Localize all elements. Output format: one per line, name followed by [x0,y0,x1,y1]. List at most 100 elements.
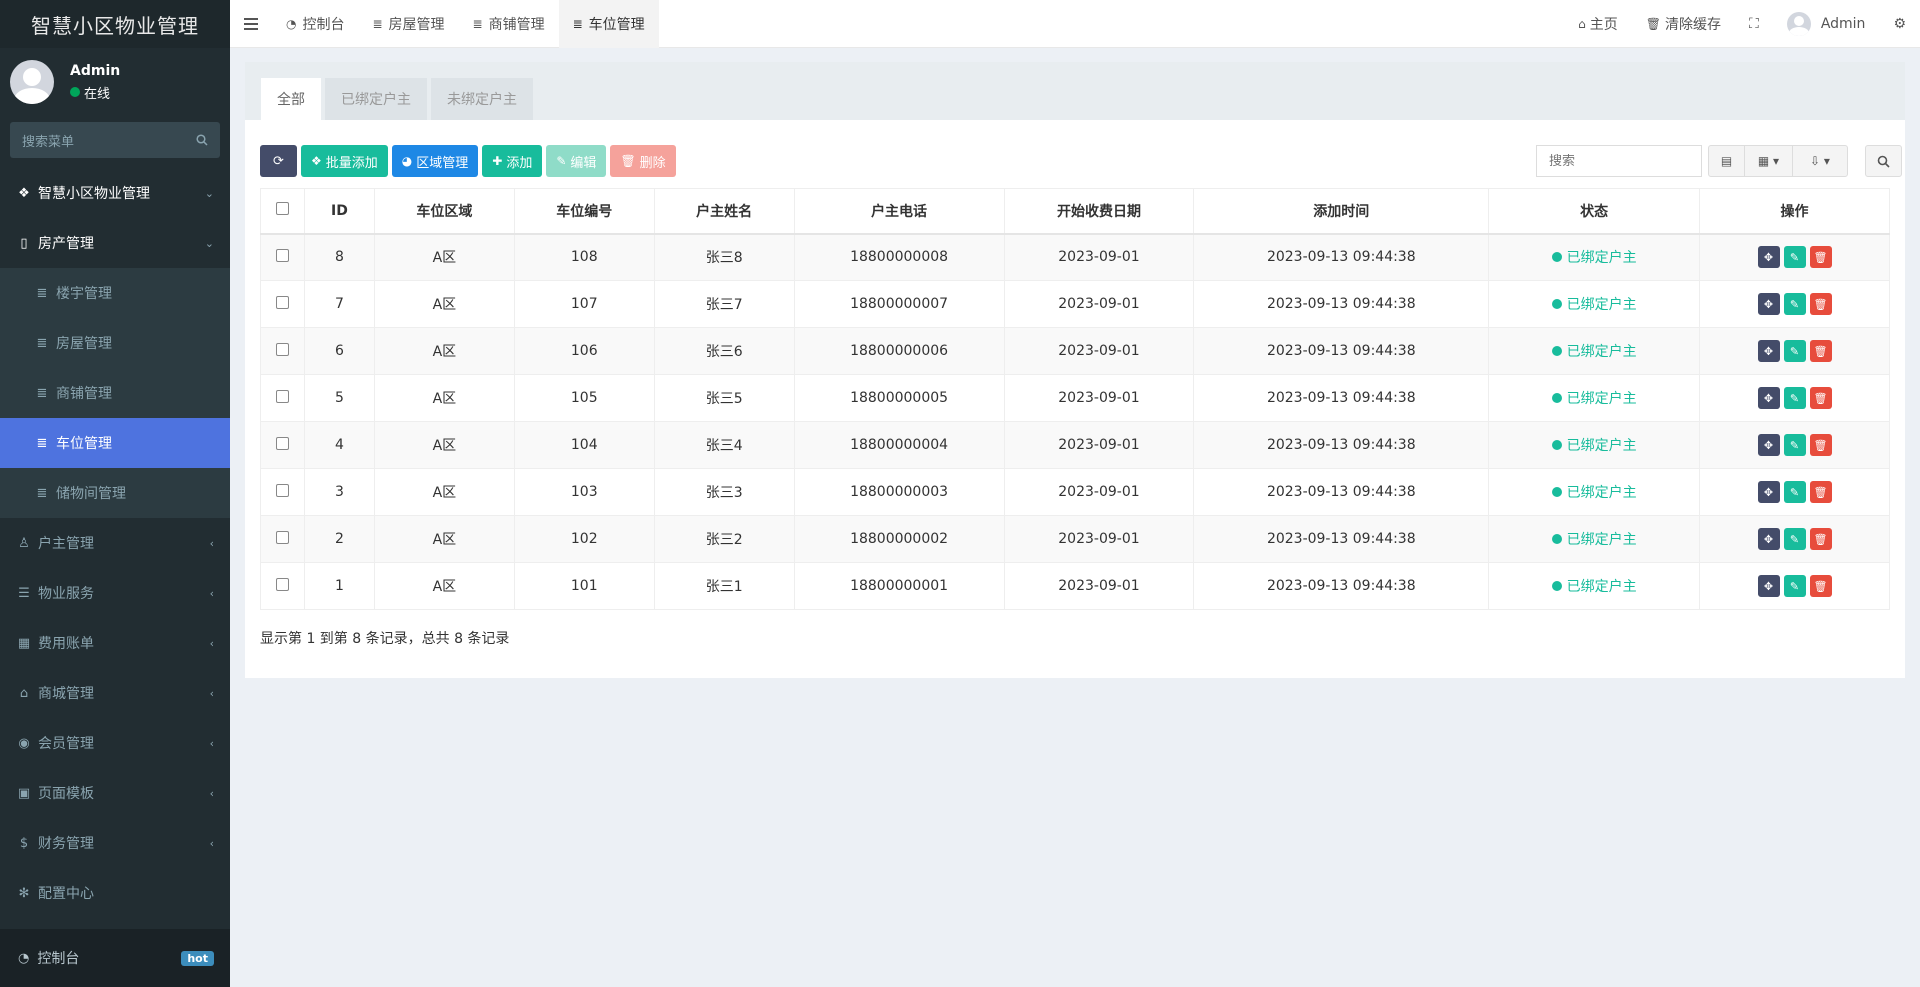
column-header[interactable]: 车位区域 [373,188,515,235]
drag-move-icon[interactable]: ✥ [1757,575,1780,597]
header-tab-2[interactable]: ≣ 商铺管理 [459,0,559,48]
fullscreen-icon[interactable]: ⛶ [1735,16,1773,32]
sidebar-item-3[interactable]: ≣ 房屋管理 [0,318,230,368]
table-row[interactable]: 6 A区 106 张三6 18800000006 2023-09-01 2023-09-13… [260,327,1890,375]
edit-pencil-icon[interactable]: ✎ [1783,387,1806,409]
table-row[interactable]: 7 A区 107 张三7 18800000007 2023-09-01 2023-09-13… [260,280,1890,328]
sidebar-item-0[interactable]: ❖ 智慧小区物业管理 ⌄ [0,168,230,218]
column-header[interactable]: ID [303,188,375,235]
export-icon[interactable]: ⇩ ▾ [1793,146,1847,176]
sidebar-item-2[interactable]: ≣ 楼宇管理 [0,268,230,318]
column-header[interactable]: 添加时间 [1193,188,1490,235]
status-badge[interactable]: 已绑定户主 [1551,576,1637,596]
sidebar-item-13[interactable]: $ 财务管理 ‹ [0,818,230,868]
status-badge[interactable]: 已绑定户主 [1551,435,1637,455]
sidebar-item-4[interactable]: ≣ 商铺管理 [0,368,230,418]
drag-move-icon[interactable]: ✥ [1757,481,1780,503]
delete-trash-icon[interactable]: 🗑 [1809,246,1832,269]
row-checkbox[interactable] [275,436,289,450]
home-link[interactable]: ⌂ 主页 [1564,14,1632,34]
table-row[interactable]: 5 A区 105 张三5 18800000005 2023-09-01 2023-09-13… [260,374,1890,422]
delete-trash-icon[interactable]: 🗑 [1809,481,1832,503]
row-checkbox[interactable] [275,577,289,591]
table-row[interactable]: 3 A区 103 张三3 18800000003 2023-09-01 2023-09-13… [260,468,1890,516]
sidebar-search-input[interactable]: 搜索菜单 [10,122,220,158]
tab-bound[interactable]: 已绑定户主 [325,78,427,120]
sidebar-item-1[interactable]: ▯ 房产管理 ⌄ [0,218,230,268]
column-header[interactable]: 户主电话 [793,188,1005,235]
add-button[interactable]: ✚ 添加 [482,145,543,177]
sidebar-item-7[interactable]: ♙ 户主管理 ‹ [0,518,230,568]
row-checkbox[interactable] [275,483,289,497]
status-badge[interactable]: 已绑定户主 [1551,247,1637,267]
delete-trash-icon[interactable]: 🗑 [1809,434,1832,456]
sidebar-item-8[interactable]: ☰ 物业服务 ‹ [0,568,230,618]
app-logo[interactable]: 智慧小区物业管理 [0,0,230,48]
user-menu[interactable]: Admin [1773,12,1880,36]
column-header[interactable]: 车位编号 [513,188,655,235]
header-tab-1[interactable]: ≣ 房屋管理 [358,0,458,48]
delete-trash-icon[interactable]: 🗑 [1809,340,1832,362]
edit-pencil-icon[interactable]: ✎ [1783,293,1806,315]
delete-trash-icon[interactable]: 🗑 [1809,387,1832,409]
row-checkbox[interactable] [275,530,289,544]
batch-add-button[interactable]: ❖ 批量添加 [301,145,388,177]
edit-pencil-icon[interactable]: ✎ [1783,340,1806,362]
edit-pencil-icon[interactable]: ✎ [1783,434,1806,456]
status-badge[interactable]: 已绑定户主 [1551,388,1637,408]
column-header[interactable]: 状态 [1488,188,1701,235]
edit-pencil-icon[interactable]: ✎ [1783,481,1806,503]
tab-all[interactable]: 全部 [261,78,321,120]
advanced-search-button[interactable] [1865,145,1902,177]
sidebar-item-11[interactable]: ◉ 会员管理 ‹ [0,718,230,768]
column-header[interactable]: 开始收费日期 [1003,188,1195,235]
header-tab-3[interactable]: ≣ 车位管理 [558,0,659,48]
row-checkbox[interactable] [275,248,289,262]
status-badge[interactable]: 已绑定户主 [1551,341,1637,361]
column-header[interactable]: 户主姓名 [653,188,795,235]
status-badge[interactable]: 已绑定户主 [1551,529,1637,549]
drag-move-icon[interactable]: ✥ [1757,293,1780,315]
sidebar-item-9[interactable]: ▦ 费用账单 ‹ [0,618,230,668]
clear-cache-button[interactable]: 🗑 清除缓存 [1632,14,1735,34]
drag-move-icon[interactable]: ✥ [1757,528,1780,550]
sidebar-item-14[interactable]: ✻ 配置中心 [0,868,230,918]
select-all-checkbox[interactable] [275,202,289,216]
sidebar-item-12[interactable]: ▣ 页面模板 ‹ [0,768,230,818]
table-row[interactable]: 4 A区 104 张三4 18800000004 2023-09-01 2023-09-13… [260,421,1890,469]
edit-pencil-icon[interactable]: ✎ [1783,528,1806,550]
columns-grid-icon[interactable]: ▦ ▾ [1745,146,1793,176]
sidebar-item-5[interactable]: ≣ 车位管理 [0,418,230,468]
drag-move-icon[interactable]: ✥ [1757,340,1780,362]
delete-trash-icon[interactable]: 🗑 [1809,293,1832,315]
table-row[interactable]: 1 A区 101 张三1 18800000001 2023-09-01 2023-09-13… [260,562,1890,610]
table-row[interactable]: 2 A区 102 张三2 18800000002 2023-09-01 2023-09-13… [260,515,1890,563]
delete-trash-icon[interactable]: 🗑 [1809,528,1832,550]
drag-move-icon[interactable]: ✥ [1757,434,1780,456]
toggle-view-icon[interactable]: ▤ [1709,146,1745,176]
refresh-button[interactable]: ⟳ [260,145,297,177]
table-row[interactable]: 8 A区 108 张三8 18800000008 2023-09-01 2023-09-13… [260,233,1890,281]
edit-pencil-icon[interactable]: ✎ [1783,575,1806,597]
sidebar-item-6[interactable]: ≣ 储物间管理 [0,468,230,518]
header-tab-0[interactable]: ◔ 控制台 [272,0,358,48]
tab-unbound[interactable]: 未绑定户主 [431,78,533,120]
status-badge[interactable]: 已绑定户主 [1551,294,1637,314]
column-header[interactable]: 操作 [1699,188,1890,235]
row-checkbox[interactable] [275,295,289,309]
row-checkbox[interactable] [275,342,289,356]
sidebar-item-dashboard[interactable]: ◔ 控制台 hot [0,929,230,987]
drag-move-icon[interactable]: ✥ [1757,246,1780,269]
area-manage-button[interactable]: ◕ 区域管理 [391,145,479,177]
table-search-input[interactable] [1549,153,1689,169]
drag-move-icon[interactable]: ✥ [1757,387,1780,409]
sidebar-item-10[interactable]: ⌂ 商城管理 ‹ [0,668,230,718]
delete-button[interactable]: 🗑 删除 [610,145,676,177]
search-icon[interactable] [196,134,208,146]
status-badge[interactable]: 已绑定户主 [1551,482,1637,502]
menu-toggle-icon[interactable] [230,0,272,48]
edit-pencil-icon[interactable]: ✎ [1783,246,1806,269]
edit-button[interactable]: ✎ 编辑 [546,145,607,177]
settings-icon[interactable]: ⚙ [1879,16,1920,32]
row-checkbox[interactable] [275,389,289,403]
